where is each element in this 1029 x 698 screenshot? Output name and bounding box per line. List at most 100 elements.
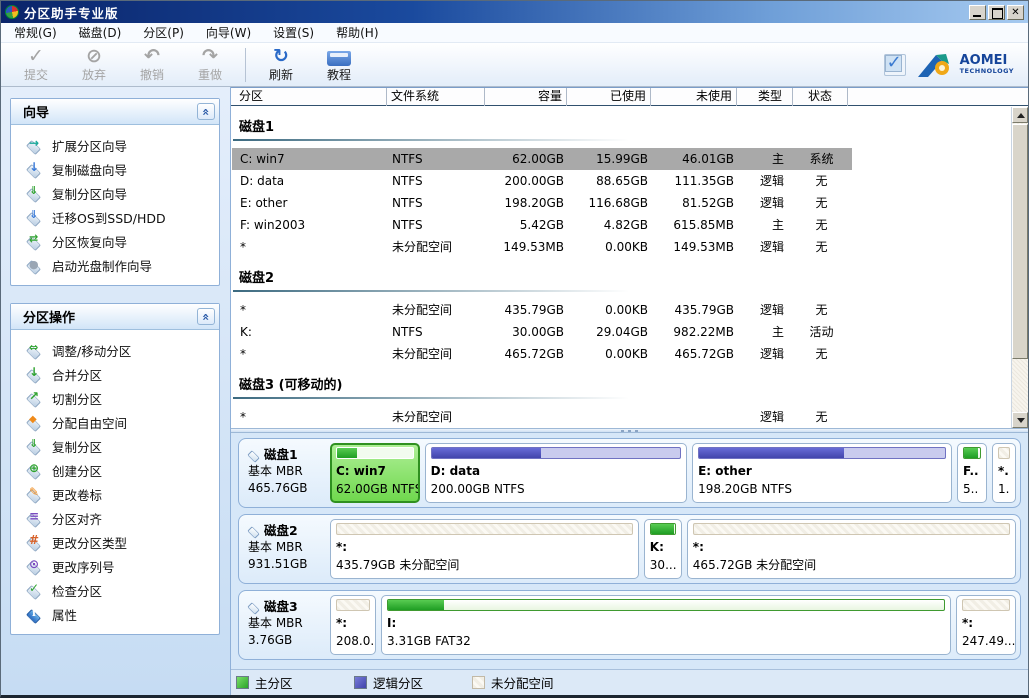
partition-block-unallocated[interactable]: *: 247.49...	[956, 595, 1016, 655]
menu-disk[interactable]: 磁盘(D)	[70, 22, 131, 43]
partition-block-k[interactable]: K: 30...	[644, 519, 682, 579]
usage-bar	[336, 447, 414, 459]
partition-block-c[interactable]: C: win7 62.00GB NTFS	[330, 443, 420, 503]
disk3-row: 磁盘3 基本 MBR 3.76GB *: 208.0... I:	[238, 590, 1021, 660]
partition-block-unallocated[interactable]: *: 435.79GB 未分配空间	[330, 519, 639, 579]
sidebar-item-check-partition[interactable]: 检查分区	[11, 578, 219, 602]
partition-block-d[interactable]: D: data 200.00GB NTFS	[425, 443, 687, 503]
close-button[interactable]	[1007, 5, 1024, 20]
col-filesystem[interactable]: 文件系统	[387, 88, 485, 106]
checkbox-icon[interactable]	[884, 54, 906, 76]
table-row[interactable]: * 未分配空间 149.53MB 0.00KB 149.53MB 逻辑 无	[232, 236, 852, 258]
table-row[interactable]: K: NTFS 30.00GB 29.04GB 982.22MB 主 活动	[232, 321, 852, 343]
sidebar-item-copy-partition-wizard[interactable]: 复制分区向导	[11, 181, 219, 205]
sidebar-item-split[interactable]: 切割分区	[11, 386, 219, 410]
partition-block-unallocated[interactable]: *: 208.0...	[330, 595, 376, 655]
table-row[interactable]: D: data NTFS 200.00GB 88.65GB 111.35GB 逻…	[232, 170, 852, 192]
collapse-icon[interactable]	[197, 308, 215, 325]
partition-block-e[interactable]: E: other 198.20GB NTFS	[692, 443, 952, 503]
table-row[interactable]: F: win2003 NTFS 5.42GB 4.82GB 615.85MB 主…	[232, 214, 852, 236]
wizard-panel: 向导 扩展分区向导 复制磁盘向导 复制分区向导 迁移O	[10, 98, 220, 286]
sidebar-item-partition-recovery-wizard[interactable]: 分区恢复向导	[11, 229, 219, 253]
usage-bar	[431, 447, 681, 459]
main-area: 分区 文件系统 容量 已使用 未使用 类型 状态 磁盘1 C: win7	[231, 87, 1028, 695]
sidebar-item-properties[interactable]: 属性	[11, 602, 219, 626]
table-row[interactable]: * 未分配空间 逻辑 无	[232, 406, 852, 428]
usage-bar	[998, 447, 1010, 459]
sidebar-item-change-label[interactable]: 更改卷标	[11, 482, 219, 506]
copy-disk-icon	[26, 162, 41, 177]
discard-button[interactable]: ⊘ 放弃	[65, 45, 123, 85]
sidebar-item-migrate-os[interactable]: 迁移OS到SSD/HDD	[11, 205, 219, 229]
table-row[interactable]: * 未分配空间 465.72GB 0.00KB 465.72GB 逻辑 无	[232, 343, 852, 365]
col-unused[interactable]: 未使用	[651, 88, 737, 106]
sidebar-item-copy-disk-wizard[interactable]: 复制磁盘向导	[11, 157, 219, 181]
table-header: 分区 文件系统 容量 已使用 未使用 类型 状态	[231, 88, 1028, 106]
check-icon: ✓	[28, 46, 44, 66]
sidebar-item-change-serial[interactable]: 更改序列号	[11, 554, 219, 578]
collapse-icon[interactable]	[197, 103, 215, 120]
redo-icon: ↷	[202, 46, 218, 66]
table-body: 磁盘1 C: win7 NTFS 62.00GB 15.99GB 46.01GB…	[231, 107, 1011, 428]
menu-general[interactable]: 常规(G)	[5, 22, 66, 43]
discard-icon: ⊘	[86, 46, 102, 66]
sidebar-item-merge[interactable]: 合并分区	[11, 362, 219, 386]
sidebar-item-resize-move[interactable]: 调整/移动分区	[11, 338, 219, 362]
menu-settings[interactable]: 设置(S)	[264, 22, 323, 43]
partition-block-i[interactable]: I: 3.31GB FAT32	[381, 595, 951, 655]
sidebar-item-bootable-cd-wizard[interactable]: 启动光盘制作向导	[11, 253, 219, 277]
table-row[interactable]: E: other NTFS 198.20GB 116.68GB 81.52GB …	[232, 192, 852, 214]
disk1-info[interactable]: 磁盘1 基本 MBR 465.76GB	[243, 443, 325, 503]
minimize-button[interactable]	[969, 5, 986, 20]
col-used[interactable]: 已使用	[567, 88, 651, 106]
disk3-group: 磁盘3 (可移动的) * 未分配空间 逻辑 无	[232, 377, 1011, 428]
menu-wizard[interactable]: 向导(W)	[197, 22, 260, 43]
legend-bar: 主分区 逻辑分区 未分配空间	[231, 669, 1028, 695]
table-row[interactable]: * 未分配空间 435.79GB 0.00KB 435.79GB 逻辑 无	[232, 299, 852, 321]
wizard-panel-header: 向导	[11, 99, 219, 125]
usage-bar	[336, 523, 633, 535]
partition-block-f[interactable]: F.. 5..	[957, 443, 987, 503]
aomei-logo-mark	[916, 51, 956, 79]
scrollbar-thumb[interactable]	[1012, 124, 1028, 359]
disk2-info[interactable]: 磁盘2 基本 MBR 931.51GB	[243, 519, 325, 579]
refresh-button[interactable]: ↻ 刷新	[252, 45, 310, 85]
table-row[interactable]: C: win7 NTFS 62.00GB 15.99GB 46.01GB 主 系…	[232, 148, 852, 170]
disk1-row: 磁盘1 基本 MBR 465.76GB C: win7 62.00GB NTFS…	[238, 438, 1021, 508]
table-scrollbar[interactable]	[1011, 107, 1028, 428]
sidebar-item-create-partition[interactable]: 创建分区	[11, 458, 219, 482]
col-partition[interactable]: 分区	[231, 88, 387, 106]
sidebar-item-extend-partition-wizard[interactable]: 扩展分区向导	[11, 133, 219, 157]
menu-help[interactable]: 帮助(H)	[327, 22, 387, 43]
bootable-cd-icon	[26, 258, 41, 273]
col-capacity[interactable]: 容量	[485, 88, 567, 106]
migrate-os-icon	[26, 210, 41, 225]
unallocated-swatch-icon	[472, 676, 485, 689]
partition-block-unallocated[interactable]: *: 465.72GB 未分配空间	[687, 519, 1016, 579]
partition-block-unallocated[interactable]: *. 1.	[992, 443, 1016, 503]
sidebar-item-change-type[interactable]: 更改分区类型	[11, 530, 219, 554]
sidebar-item-partition-align[interactable]: 分区对齐	[11, 506, 219, 530]
sidebar-item-allocate-free-space[interactable]: 分配自由空间	[11, 410, 219, 434]
change-label-icon	[26, 487, 41, 502]
col-type[interactable]: 类型	[737, 88, 793, 106]
toolbar-right: AOMEI TECHNOLOGY	[884, 51, 1022, 79]
disk3-info[interactable]: 磁盘3 基本 MBR 3.76GB	[243, 595, 325, 655]
disk-group-label: 磁盘2	[239, 270, 1011, 288]
partition-align-icon	[26, 511, 41, 526]
maximize-button[interactable]	[988, 5, 1005, 20]
scroll-up-icon[interactable]	[1012, 107, 1028, 123]
titlebar[interactable]: 分区助手专业版	[1, 1, 1028, 23]
col-status[interactable]: 状态	[793, 88, 848, 106]
sidebar-item-copy-partition[interactable]: 复制分区	[11, 434, 219, 458]
tutorial-button[interactable]: 教程	[310, 45, 368, 85]
disk2-row: 磁盘2 基本 MBR 931.51GB *: 435.79GB 未分配空间 K:	[238, 514, 1021, 584]
scroll-down-icon[interactable]	[1012, 412, 1028, 428]
apply-button[interactable]: ✓ 提交	[7, 45, 65, 85]
redo-button[interactable]: ↷ 重做	[181, 45, 239, 85]
allocate-free-space-icon	[26, 415, 41, 430]
disk-graph-area: 磁盘1 基本 MBR 465.76GB C: win7 62.00GB NTFS…	[231, 433, 1028, 669]
legend-logical: 逻辑分区	[354, 673, 472, 692]
menu-partition[interactable]: 分区(P)	[134, 22, 193, 43]
undo-button[interactable]: ↶ 撤销	[123, 45, 181, 85]
